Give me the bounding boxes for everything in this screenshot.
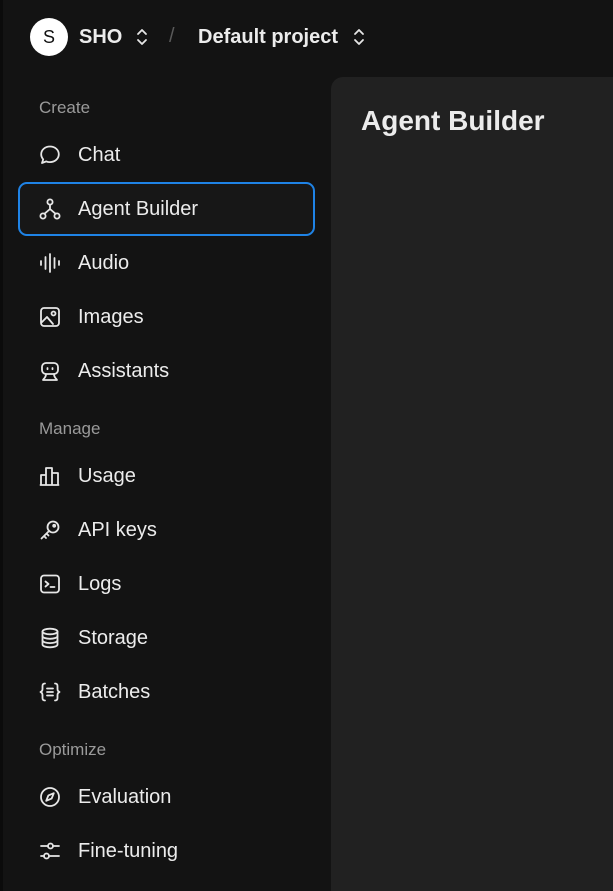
sidebar-item-label: Images — [78, 306, 144, 328]
bar-chart-icon — [39, 467, 60, 486]
sliders-icon — [40, 842, 60, 860]
sidebar-item-images[interactable]: Images — [18, 290, 315, 344]
terminal-icon — [40, 574, 60, 594]
sidebar-item-audio[interactable]: Audio — [18, 236, 315, 290]
section-label-manage: Manage — [39, 419, 101, 438]
sidebar-item-label: Fine-tuning — [78, 840, 179, 862]
sidebar-item-assistants[interactable]: Assistants — [18, 344, 315, 398]
project-switcher-label[interactable]: Default project — [198, 26, 338, 49]
sidebar-item-evaluation[interactable]: Evaluation — [18, 770, 315, 824]
sidebar-item-fine-tuning[interactable]: Fine-tuning — [18, 824, 315, 878]
database-icon — [41, 627, 59, 649]
section-label-optimize: Optimize — [39, 740, 107, 759]
agent-builder-icon — [39, 198, 61, 220]
breadcrumb-separator: / — [169, 25, 175, 47]
org-avatar[interactable]: S — [30, 18, 68, 56]
compass-icon — [40, 787, 60, 807]
sidebar-item-logs[interactable]: Logs — [18, 557, 315, 611]
image-icon — [40, 307, 60, 327]
sidebar-item-label: Batches — [78, 681, 151, 703]
sidebar-item-chat[interactable]: Chat — [18, 128, 315, 182]
sidebar-item-usage[interactable]: Usage — [18, 449, 315, 503]
sidebar-item-storage[interactable]: Storage — [18, 611, 315, 665]
page-title: Agent Builder — [361, 105, 545, 136]
sidebar-item-label: Usage — [78, 465, 136, 487]
sidebar: Create Chat Agent Builder Audio Images A… — [0, 74, 330, 891]
sidebar-item-label: API keys — [78, 519, 157, 541]
sidebar-item-agent-builder[interactable]: Agent Builder — [18, 182, 315, 236]
section-label-create: Create — [39, 98, 91, 117]
org-switcher-label[interactable]: SHO — [79, 26, 122, 49]
chevron-up-down-icon[interactable] — [135, 26, 149, 48]
main-panel: Agent Builder — [331, 77, 613, 891]
sidebar-item-label: Agent Builder — [78, 198, 199, 220]
sidebar-item-label: Storage — [78, 627, 149, 649]
chat-bubble-icon — [40, 145, 60, 164]
top-bar: S SHO / Default project — [0, 0, 613, 74]
key-icon — [40, 520, 60, 540]
sidebar-item-label: Assistants — [78, 360, 170, 382]
chevron-up-down-icon[interactable] — [352, 26, 366, 48]
sidebar-item-label: Evaluation — [78, 786, 172, 808]
braces-list-icon — [39, 682, 61, 702]
app-window: S SHO / Default project Create Chat Agen… — [0, 0, 613, 891]
sidebar-item-label: Audio — [78, 252, 130, 274]
sidebar-item-label: Chat — [78, 144, 121, 166]
audio-waveform-icon — [40, 253, 60, 273]
sidebar-item-batches[interactable]: Batches — [18, 665, 315, 719]
sidebar-item-label: Logs — [78, 573, 122, 595]
robot-icon — [41, 362, 59, 381]
sidebar-item-api-keys[interactable]: API keys — [18, 503, 315, 557]
